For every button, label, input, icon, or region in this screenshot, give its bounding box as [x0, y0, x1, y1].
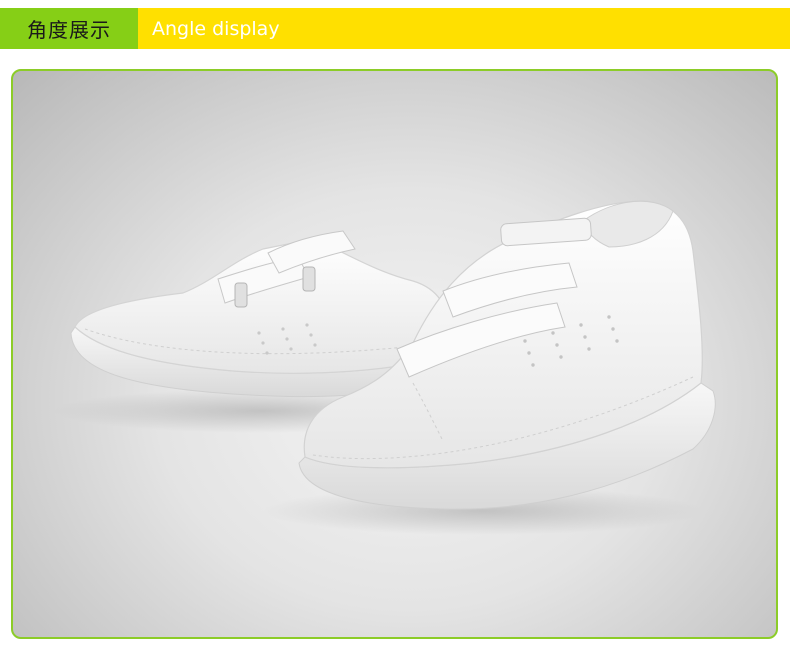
section-title-zh: 角度展示 — [27, 18, 111, 42]
shoes-image — [53, 200, 716, 535]
section-title-en: Angle display — [152, 17, 280, 40]
section-title-zh-tab: 角度展示 — [0, 8, 138, 49]
section-title-en-bar: Angle display — [138, 8, 790, 49]
section-header: 角度展示 Angle display — [0, 8, 790, 49]
product-photo-frame — [11, 69, 778, 639]
